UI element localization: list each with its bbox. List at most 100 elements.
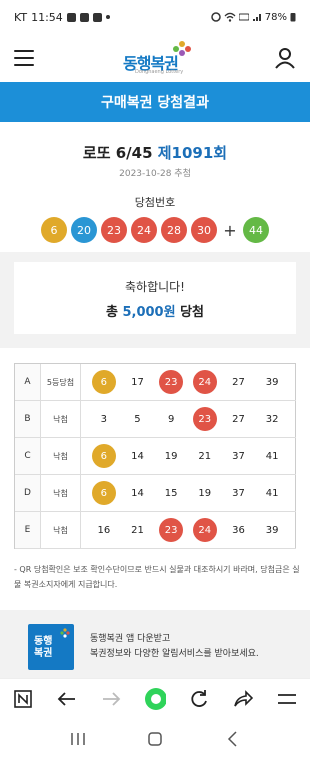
plus-sign: + (223, 220, 237, 240)
matched-number: 24 (192, 518, 217, 542)
status-bar: KT 11:54 78% (0, 0, 310, 34)
more-notifications-icon (105, 15, 110, 19)
table-row: B 낙첨 3 5 9 23 27 32 (15, 401, 296, 438)
winning-ball: 6 (41, 217, 67, 243)
ticket-number: 9 (167, 413, 175, 425)
matched-number: 23 (192, 407, 217, 431)
hamburger-icon[interactable] (276, 688, 298, 710)
ticket-number: 17 (131, 376, 144, 388)
menu-icon[interactable] (14, 50, 34, 66)
matched-number: 24 (192, 370, 217, 394)
system-nav-bar (0, 718, 310, 760)
ticket-number: 27 (232, 413, 245, 425)
ticket-number: 32 (265, 413, 279, 425)
promo-text: 동행복권 앱 다운받고 복권정보와 다양한 알림서비스를 받아보세요. (90, 632, 259, 662)
ticket-number: 21 (198, 450, 212, 462)
share-icon[interactable] (232, 688, 254, 710)
bonus-ball: 44 (243, 217, 269, 243)
ticket-result: 낙첨 (41, 512, 81, 548)
matched-number: 6 (91, 481, 116, 505)
ticket-number: 41 (265, 487, 279, 499)
app-logo-icon: 동행복권 (28, 624, 74, 670)
congrats-box: 축하합니다! 총 5,000원 당첨 (14, 262, 296, 334)
congrats-text: 축하합니다! (124, 280, 185, 294)
ticket-set-label: B (15, 401, 41, 437)
green-dot-icon[interactable] (144, 687, 166, 710)
ticket-number: 41 (265, 450, 279, 462)
wifi-icon (224, 12, 236, 22)
recent-apps-icon[interactable] (67, 728, 89, 750)
ticket-number: 37 (232, 487, 245, 499)
forward-arrow-icon[interactable] (100, 688, 122, 710)
ticket-number: 19 (164, 450, 178, 462)
ticket-result: 낙첨 (41, 475, 81, 511)
winning-ball: 20 (71, 217, 97, 243)
ticket-number: 3 (100, 413, 108, 425)
matched-number: 6 (91, 370, 116, 394)
matched-number: 6 (91, 444, 116, 468)
ticket-numbers: 6 17 23 24 27 39 (81, 364, 296, 400)
winning-numbers-label: 당첨번호 (134, 196, 176, 209)
carrier: KT (14, 10, 28, 24)
table-row: C 낙첨 6 14 19 21 37 41 (15, 438, 296, 475)
ticket-set-label: D (15, 475, 41, 511)
draw-date: 2023-10-28 추첨 (119, 169, 191, 179)
logo-subtext: Donghaeng Lottery (135, 69, 184, 75)
page-title: 구매복권 당첨결과 (0, 82, 310, 122)
ticket-number: 21 (131, 524, 144, 536)
ticket-numbers: 6 14 19 21 37 41 (81, 438, 296, 474)
notice-text: - QR 당첨확인은 보조 확인수단이므로 반드시 실물과 대조하시기 바라며,… (14, 565, 300, 589)
ticket-number: 37 (232, 450, 245, 462)
ticket-number: 15 (164, 487, 178, 499)
app-icon-text: 동행복권 (34, 636, 53, 659)
winning-numbers: 6 20 23 24 28 30 + 44 (0, 217, 310, 243)
ticket-result: 낙첨 (41, 401, 81, 437)
promo-line2: 복권정보와 다양한 알림서비스를 받아보세요. (90, 649, 259, 659)
table-row: E 낙첨 16 21 23 24 36 39 (15, 512, 296, 549)
n-home-icon[interactable] (12, 688, 34, 710)
prize-suffix: 당첨 (175, 305, 205, 320)
winning-ball: 23 (101, 217, 127, 243)
refresh-icon[interactable] (188, 688, 210, 710)
alarm-icon (211, 12, 221, 22)
matched-number: 23 (159, 370, 184, 394)
nav-back-icon[interactable] (221, 728, 243, 750)
ticket-set-label: E (15, 512, 41, 548)
winning-ball: 28 (161, 217, 187, 243)
app-header: 동행복권 Donghaeng Lottery (0, 34, 310, 82)
ticket-result: 낙첨 (41, 438, 81, 474)
ticket-number: 27 (232, 376, 245, 388)
table-row: A 5등당첨 6 17 23 24 27 39 (15, 364, 296, 401)
ticket-number: 14 (131, 487, 144, 499)
ticket-number: 19 (198, 487, 212, 499)
ticket-numbers: 3 5 9 23 27 32 (81, 401, 296, 437)
user-icon[interactable] (274, 47, 296, 69)
clock: 11:54 (31, 10, 63, 24)
ticket-number: 5 (134, 413, 141, 425)
battery-icon (290, 13, 296, 22)
prize-total: 총 5,000원 당첨 (14, 301, 296, 320)
notification-icon (66, 12, 76, 22)
promo-line1: 동행복권 앱 다운받고 (90, 634, 171, 644)
battery-level: 78% (264, 11, 287, 23)
back-arrow-icon[interactable] (56, 688, 78, 710)
logo-flower-icon (173, 41, 191, 56)
ticket-set-label: A (15, 364, 41, 400)
app-promo-banner[interactable]: 동행복권 동행복권 앱 다운받고 복권정보와 다양한 알림서비스를 받아보세요. (0, 610, 310, 678)
ticket-result: 5등당첨 (41, 364, 81, 400)
browser-toolbar (0, 678, 310, 718)
gallery-icon (79, 12, 89, 22)
prize-amount: 5,000원 (122, 305, 176, 320)
ticket-number: 39 (265, 376, 279, 388)
round-title: 로또 6/45 제1091회 (0, 142, 310, 163)
table-row: D 낙첨 6 14 15 19 37 41 (15, 475, 296, 512)
home-icon[interactable] (144, 728, 166, 750)
logo[interactable]: 동행복권 Donghaeng Lottery (115, 40, 195, 78)
ticket-set-label: C (15, 438, 41, 474)
game-name: 로또 6/45 (82, 144, 153, 162)
ticket-number: 39 (265, 524, 279, 536)
ticket-number: 14 (131, 450, 144, 462)
ticket-numbers: 16 21 23 24 36 39 (81, 512, 296, 548)
ticket-number: 36 (232, 524, 245, 536)
prize-prefix: 총 (105, 305, 123, 320)
